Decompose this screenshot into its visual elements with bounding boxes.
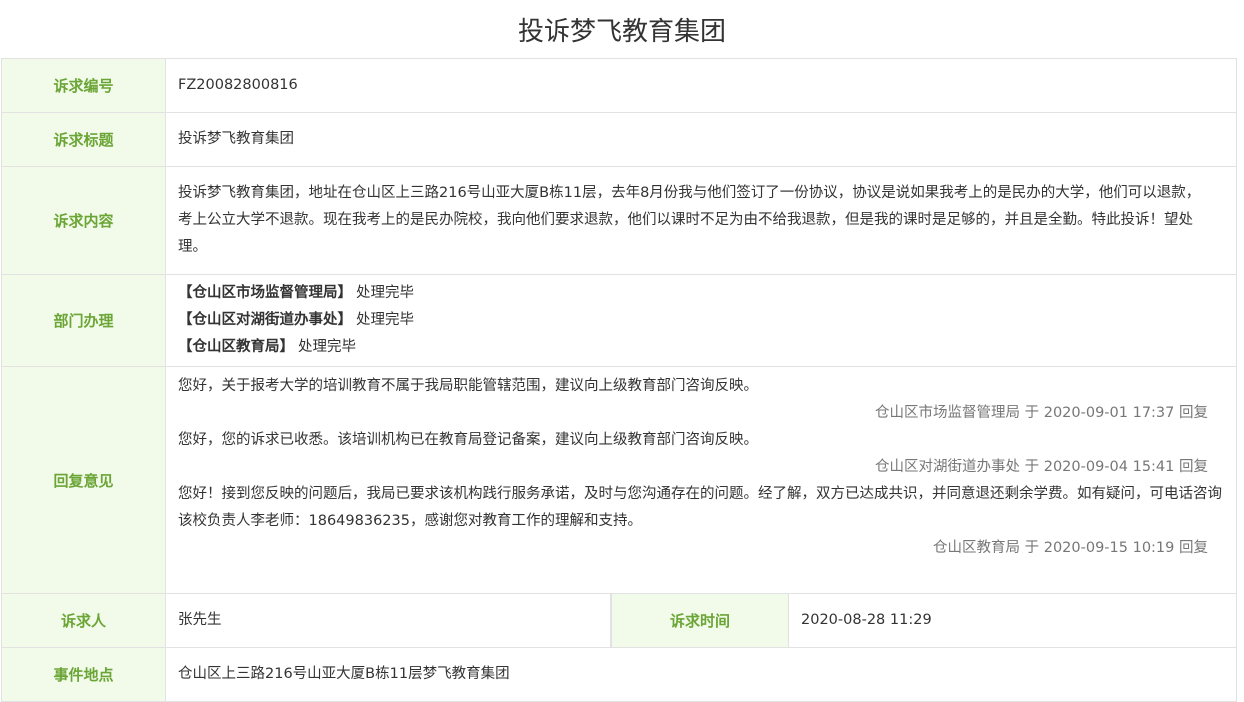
subject-label: 诉求标题 xyxy=(1,113,166,166)
department-status: 处理完毕 xyxy=(356,285,414,301)
location-value: 仓山区上三路216号山亚大厦B栋11层梦飞教育集团 xyxy=(166,648,1237,701)
departments-value: 【仓山区市场监督管理局】 处理完毕 【仓山区对湖街道办事处】 处理完毕 【仓山区教育… xyxy=(166,275,1237,366)
reply-signature: 仓山区对湖街道办事处 于 2020-09-04 15:41 回复 xyxy=(875,459,1208,475)
replies-label: 回复意见 xyxy=(1,367,166,593)
department-item: 【仓山区市场监督管理局】 处理完毕 xyxy=(178,280,414,307)
reply-signature: 仓山区教育局 于 2020-09-15 10:19 回复 xyxy=(933,540,1208,556)
department-name: 【仓山区对湖街道办事处】 xyxy=(178,312,352,328)
table-row-subject: 诉求标题 投诉梦飞教育集团 xyxy=(1,113,1237,167)
reply-signature: 仓山区市场监督管理局 于 2020-09-01 17:37 回复 xyxy=(875,405,1208,421)
department-status: 处理完毕 xyxy=(356,312,414,328)
table-row-id: 诉求编号 FZ20082800816 xyxy=(1,59,1237,113)
table-row-departments: 部门办理 【仓山区市场监督管理局】 处理完毕 【仓山区对湖街道办事处】 处理完毕 【… xyxy=(1,275,1237,367)
location-label: 事件地点 xyxy=(1,648,166,701)
reply-text: 您好，关于报考大学的培训教育不属于我局职能管辖范围，建议向上级教育部门咨询反映。 xyxy=(178,378,758,394)
department-name: 【仓山区教育局】 xyxy=(178,339,294,355)
department-list: 【仓山区市场监督管理局】 处理完毕 【仓山区对湖街道办事处】 处理完毕 【仓山区教育… xyxy=(178,280,414,361)
reply-text: 您好，您的诉求已收悉。该培训机构已在教育局登记备案，建议向上级教育部门咨询反映。 xyxy=(178,432,758,448)
id-label: 诉求编号 xyxy=(1,59,166,112)
department-item: 【仓山区对湖街道办事处】 处理完毕 xyxy=(178,307,414,334)
content-value: 投诉梦飞教育集团，地址在仓山区上三路216号山亚大厦B栋11层，去年8月份我与他… xyxy=(166,167,1237,274)
reply-text: 您好！接到您反映的问题后，我局已要求该机构践行服务承诺，及时与您沟通存在的问题。… xyxy=(178,486,1222,529)
time-label: 诉求时间 xyxy=(611,594,789,647)
id-value: FZ20082800816 xyxy=(166,59,1237,112)
reply-list: 您好，关于报考大学的培训教育不属于我局职能管辖范围，建议向上级教育部门咨询反映。… xyxy=(178,367,1224,562)
person-value: 张先生 xyxy=(166,594,611,647)
table-row-replies: 回复意见 您好，关于报考大学的培训教育不属于我局职能管辖范围，建议向上级教育部门… xyxy=(1,367,1237,594)
department-item: 【仓山区教育局】 处理完毕 xyxy=(178,334,414,361)
departments-label: 部门办理 xyxy=(1,275,166,366)
table-row-person-time: 诉求人 张先生 诉求时间 2020-08-28 11:29 xyxy=(1,594,1237,648)
table-row-location: 事件地点 仓山区上三路216号山亚大厦B栋11层梦飞教育集团 xyxy=(1,648,1237,702)
page-title: 投诉梦飞教育集团 xyxy=(517,16,726,47)
replies-value: 您好，关于报考大学的培训教育不属于我局职能管辖范围，建议向上级教育部门咨询反映。… xyxy=(166,367,1237,593)
content-label: 诉求内容 xyxy=(1,167,166,274)
department-status: 处理完毕 xyxy=(298,339,356,355)
department-name: 【仓山区市场监督管理局】 xyxy=(178,285,352,301)
complaint-detail-table: 诉求编号 FZ20082800816 诉求标题 投诉梦飞教育集团 诉求内容 投诉… xyxy=(1,58,1237,702)
table-row-content: 诉求内容 投诉梦飞教育集团，地址在仓山区上三路216号山亚大厦B栋11层，去年8… xyxy=(1,167,1237,275)
time-value: 2020-08-28 11:29 xyxy=(789,594,1237,647)
subject-value: 投诉梦飞教育集团 xyxy=(166,113,1237,166)
person-label: 诉求人 xyxy=(1,594,166,647)
